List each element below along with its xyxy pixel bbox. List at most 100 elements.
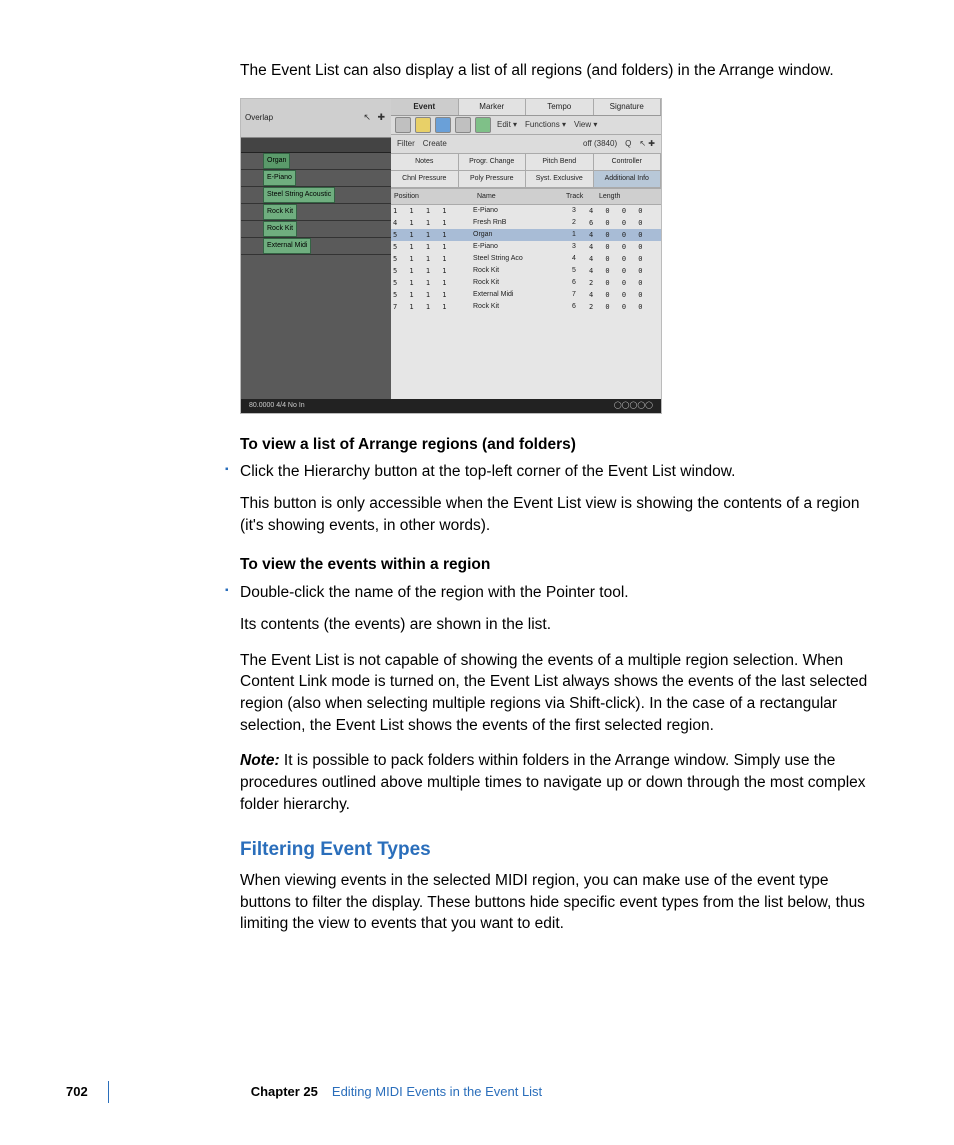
screenshot-figure: Overlap ↖ ✚ OrganE-PianoSteel String Aco… [240, 98, 662, 414]
filter-notes[interactable]: Notes [391, 154, 459, 170]
region[interactable]: External Midi [263, 238, 311, 254]
chapter-title: Editing MIDI Events in the Event List [332, 1083, 542, 1101]
chapter-label: Chapter 25 [251, 1083, 318, 1101]
section-body-filtering: When viewing events in the selected MIDI… [240, 870, 880, 935]
filter-additional-info[interactable]: Additional Info [594, 171, 662, 187]
view-menu[interactable]: View ▾ [572, 119, 599, 130]
event-row[interactable]: 1 1 1 1E-Piano34 0 0 0 [391, 205, 661, 217]
cell-position: 5 1 1 1 [391, 277, 473, 289]
col-track[interactable]: Track [563, 189, 596, 204]
cell-position: 5 1 1 1 [391, 229, 473, 241]
event-type-row-1: NotesProgr. ChangePitch BendController [391, 154, 661, 171]
track-row: Steel String Acoustic [241, 187, 391, 204]
filter-toolbar: Filter Create off (3840) Q ↖ ✚ [391, 135, 661, 154]
tool-selector[interactable]: ↖ ✚ [637, 138, 657, 149]
note-paragraph: Note: It is possible to pack folders wit… [240, 750, 880, 815]
bullet-doubleclick: Double-click the name of the region with… [240, 582, 880, 604]
filter-progr-change[interactable]: Progr. Change [459, 154, 527, 170]
catch-button[interactable] [435, 117, 451, 133]
cell-track: 6 [559, 301, 589, 313]
track-row: External Midi [241, 238, 391, 255]
quantize-field[interactable]: off (3840) [581, 138, 619, 149]
bullet-hierarchy: Click the Hierarchy button at the top-le… [240, 461, 880, 483]
cell-name: Steel String Aco [473, 253, 559, 265]
tab-tempo[interactable]: Tempo [526, 99, 594, 115]
col-length[interactable]: Length [596, 189, 661, 204]
event-row[interactable]: 5 1 1 1Rock Kit62 0 0 0 [391, 277, 661, 289]
overlap-label: Overlap [245, 112, 273, 123]
event-row[interactable]: 7 1 1 1Rock Kit62 0 0 0 [391, 301, 661, 313]
region[interactable]: Rock Kit [263, 204, 297, 220]
cell-track: 2 [559, 217, 589, 229]
timeline-ruler [241, 138, 391, 153]
cell-track: 5 [559, 265, 589, 277]
cell-name: Rock Kit [473, 265, 559, 277]
cell-position: 5 1 1 1 [391, 241, 473, 253]
filter-controller[interactable]: Controller [594, 154, 662, 170]
cell-length: 2 0 0 0 [589, 301, 661, 313]
col-position[interactable]: Position [391, 189, 474, 204]
region[interactable]: E-Piano [263, 170, 296, 186]
edit-menu[interactable]: Edit ▾ [495, 119, 519, 130]
event-list-pane: EventMarkerTempoSignature Edit ▾ Functio… [391, 99, 661, 413]
col-name[interactable]: Name [474, 189, 563, 204]
subhead-events-region: To view the events within a region [240, 554, 880, 576]
event-row[interactable]: 5 1 1 1Rock Kit54 0 0 0 [391, 265, 661, 277]
cell-name: Rock Kit [473, 301, 559, 313]
create-button[interactable]: Create [421, 138, 449, 149]
tab-event[interactable]: Event [391, 99, 459, 115]
link-button[interactable] [415, 117, 431, 133]
cell-length: 2 0 0 0 [589, 277, 661, 289]
tool-icons: ↖ ✚ [363, 111, 387, 124]
tab-marker[interactable]: Marker [459, 99, 527, 115]
cell-name: E-Piano [473, 205, 559, 217]
filter-poly-pressure[interactable]: Poly Pressure [459, 171, 527, 187]
cell-position: 5 1 1 1 [391, 265, 473, 277]
event-row[interactable]: 5 1 1 1Steel String Aco44 0 0 0 [391, 253, 661, 265]
cell-length: 6 0 0 0 [589, 217, 661, 229]
filter-syst-exclusive[interactable]: Syst. Exclusive [526, 171, 594, 187]
event-row[interactable]: 5 1 1 1External Midi74 0 0 0 [391, 289, 661, 301]
subhead-arrange-regions: To view a list of Arrange regions (and f… [240, 434, 880, 456]
filter-button[interactable]: Filter [395, 138, 417, 149]
footer-divider [108, 1081, 109, 1103]
para-accessible: This button is only accessible when the … [240, 493, 880, 536]
event-row[interactable]: 4 1 1 1Fresh RnB26 0 0 0 [391, 217, 661, 229]
hierarchy-button[interactable] [395, 117, 411, 133]
cell-length: 4 0 0 0 [589, 265, 661, 277]
cell-track: 4 [559, 253, 589, 265]
filter-chnl-pressure[interactable]: Chnl Pressure [391, 171, 459, 187]
functions-menu[interactable]: Functions ▾ [523, 119, 568, 130]
para-contents-shown: Its contents (the events) are shown in t… [240, 614, 880, 636]
tempo-display: 80.0000 4/4 No In [249, 401, 305, 411]
cell-length: 4 0 0 0 [589, 241, 661, 253]
q-button[interactable]: Q [623, 138, 633, 149]
track-row: E-Piano [241, 170, 391, 187]
arrange-header: Overlap ↖ ✚ [241, 99, 391, 138]
page-footer: 702 Chapter 25 Editing MIDI Events in th… [66, 1081, 542, 1103]
event-row[interactable]: 5 1 1 1Organ14 0 0 0 [391, 229, 661, 241]
tab-signature[interactable]: Signature [594, 99, 662, 115]
cell-length: 4 0 0 0 [589, 229, 661, 241]
tab-row: EventMarkerTempoSignature [391, 99, 661, 116]
note-body: It is possible to pack folders within fo… [240, 752, 866, 812]
cell-name: Fresh RnB [473, 217, 559, 229]
cell-track: 3 [559, 241, 589, 253]
region[interactable]: Rock Kit [263, 221, 297, 237]
list-body: 1 1 1 1E-Piano34 0 0 04 1 1 1Fresh RnB26… [391, 205, 661, 413]
region[interactable]: Organ [263, 153, 290, 169]
midi-in-button[interactable] [455, 117, 471, 133]
cell-position: 7 1 1 1 [391, 301, 473, 313]
transport-buttons: ◯◯◯◯◯ [614, 401, 653, 411]
intro-paragraph: The Event List can also display a list o… [240, 60, 880, 82]
midi-out-button[interactable] [475, 117, 491, 133]
cell-length: 4 0 0 0 [589, 289, 661, 301]
filter-pitch-bend[interactable]: Pitch Bend [526, 154, 594, 170]
region[interactable]: Steel String Acoustic [263, 187, 335, 203]
cell-name: Organ [473, 229, 559, 241]
event-row[interactable]: 5 1 1 1E-Piano34 0 0 0 [391, 241, 661, 253]
cell-track: 7 [559, 289, 589, 301]
track-row: Organ [241, 153, 391, 170]
cell-length: 4 0 0 0 [589, 253, 661, 265]
para-multiple-selection: The Event List is not capable of showing… [240, 650, 880, 737]
